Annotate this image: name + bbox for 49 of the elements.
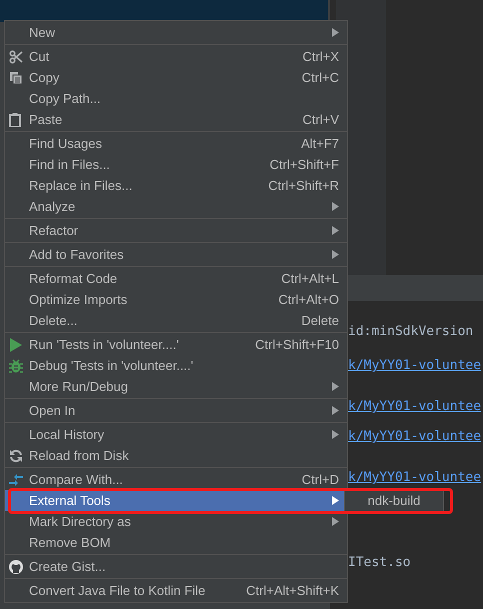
submenu-arrow-icon (332, 382, 339, 391)
menu-item[interactable]: Reload from Disk (5, 445, 347, 466)
code-text: ITest.so (348, 554, 411, 572)
file-link[interactable]: k/MyYY01-voluntee (348, 427, 482, 446)
menu-item[interactable]: New (5, 22, 347, 43)
play-icon (9, 338, 22, 352)
menu-item[interactable]: Copy Ctrl+C (5, 67, 347, 88)
file-link[interactable]: k/MyYY01-voluntee (348, 397, 482, 416)
menu-item[interactable]: Remove BOM (5, 532, 347, 553)
submenu-arrow-icon (332, 250, 339, 259)
code-text: id:minSdkVersion (348, 323, 474, 341)
menu-item[interactable]: Compare With... Ctrl+D (5, 469, 347, 490)
menu-item[interactable]: Find Usages Alt+F7 (5, 133, 347, 154)
submenu-arrow-icon (332, 406, 339, 415)
menu-item[interactable]: Convert Java File to Kotlin File Ctrl+Alt+Shift+K (5, 580, 347, 601)
menu-item[interactable]: Analyze (5, 196, 347, 217)
menu-item[interactable]: Run 'Tests in 'volunteer....' Ctrl+Shift+F10 (5, 334, 347, 355)
menu-item[interactable]: More Run/Debug (5, 376, 347, 397)
menu-item[interactable]: Cut Ctrl+X (5, 46, 347, 67)
menu-item[interactable]: Reformat Code Ctrl+Alt+L (5, 268, 347, 289)
menu-item[interactable]: Copy Path... (5, 88, 347, 109)
submenu-arrow-icon (332, 517, 339, 526)
menu-item[interactable]: Mark Directory as (5, 511, 347, 532)
menu-item[interactable]: Add to Favorites (5, 244, 347, 265)
menu-item[interactable]: Optimize Imports Ctrl+Alt+O (5, 289, 347, 310)
menu-item[interactable]: Delete... Delete (5, 310, 347, 331)
menu-item[interactable]: Debug 'Tests in 'volunteer....' (5, 355, 347, 376)
scissors-icon (9, 50, 23, 64)
menu-item[interactable]: External Tools (5, 490, 347, 511)
github-icon (9, 560, 23, 574)
menu-item[interactable]: Open In (5, 400, 347, 421)
file-link[interactable]: k/MyYY01-voluntee (348, 356, 482, 376)
refresh-icon (9, 448, 23, 462)
clipboard-icon (9, 112, 21, 126)
menu-item[interactable]: Replace in Files... Ctrl+Shift+R (5, 175, 347, 196)
submenu-arrow-icon (332, 28, 339, 37)
bug-icon (9, 358, 23, 372)
submenu-arrow-icon (332, 430, 339, 439)
submenu-arrow-icon (332, 226, 339, 235)
submenu-arrow-icon (332, 202, 339, 211)
submenu-arrow-icon (332, 496, 339, 505)
menu-item[interactable]: Refactor (5, 220, 347, 241)
arrows-icon (9, 472, 23, 486)
menu-item[interactable]: Find in Files... Ctrl+Shift+F (5, 154, 347, 175)
copy-icon (9, 70, 23, 84)
menu-item[interactable]: Paste Ctrl+V (5, 109, 347, 130)
file-link[interactable]: k/MyYY01-voluntee (348, 468, 482, 488)
menu-item[interactable]: Local History (5, 424, 347, 445)
menu-item[interactable]: Create Gist... (5, 556, 347, 577)
